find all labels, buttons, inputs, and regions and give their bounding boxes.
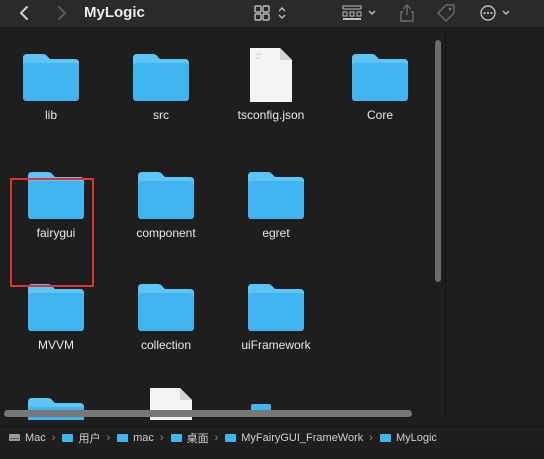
more-icon — [480, 5, 510, 21]
crumb-label: mac — [133, 431, 154, 444]
folder-icon — [28, 172, 84, 219]
crumb-label: 桌面 — [186, 432, 209, 445]
folder-icon — [379, 434, 391, 442]
grid-item-core[interactable]: Core — [330, 50, 430, 122]
path-crumb-myfairygui[interactable]: MyFairyGUI_FrameWork — [224, 432, 363, 444]
toolbar: MyLogic — [0, 0, 544, 27]
crumb-label: MyFairyGUI_FrameWork — [241, 431, 364, 444]
item-label: tsconfig.json — [237, 108, 305, 122]
item-label: collection — [140, 338, 192, 352]
disk-icon — [9, 434, 20, 441]
grid-item-component[interactable]: component — [116, 168, 216, 240]
grid-item-uiframework[interactable]: uiFramework — [226, 280, 326, 352]
grid-item-src[interactable]: src — [111, 50, 211, 122]
chevron-right-icon: › — [106, 431, 111, 444]
chevron-right-icon: › — [159, 431, 164, 444]
path-crumb-mac-user[interactable]: mac — [116, 432, 154, 444]
path-crumb-mac[interactable]: Mac — [8, 432, 46, 444]
vertical-scrollbar[interactable] — [435, 40, 441, 282]
folder-icon — [352, 54, 408, 101]
folder-icon — [62, 434, 74, 442]
crumb-label: Mac — [25, 431, 46, 444]
grid-item-mvvm[interactable]: MVVM — [6, 280, 106, 352]
window-title: MyLogic — [84, 4, 145, 21]
share-icon — [400, 4, 414, 22]
chevron-right-icon: › — [214, 431, 219, 444]
grid-view-icon — [254, 5, 286, 21]
document-icon — [250, 48, 292, 102]
more-button[interactable] — [478, 0, 514, 26]
folder-icon — [138, 284, 194, 331]
folder-icon — [248, 172, 304, 219]
chevron-left-icon — [19, 6, 28, 20]
folder-icon — [28, 284, 84, 331]
crumb-label: 用户 — [78, 432, 101, 445]
item-label: src — [153, 108, 169, 122]
chevron-right-icon: › — [369, 431, 373, 444]
group-by-icon — [342, 5, 376, 20]
path-bar: Mac › 用户 › mac › 桌面 › MyFairyGUI_FrameWo… — [0, 426, 544, 448]
folder-icon — [133, 54, 189, 101]
window-bottom-edge — [0, 448, 544, 459]
folder-icon — [225, 434, 237, 442]
forward-button[interactable] — [52, 0, 72, 26]
chevron-right-icon — [58, 6, 67, 20]
item-label: fairygui — [36, 226, 76, 240]
path-crumb-mylogic[interactable]: MyLogic — [379, 432, 437, 444]
tag-button[interactable] — [433, 0, 459, 26]
item-label: lib — [44, 108, 57, 122]
file-grid: lib src tsconfig.json Core fairygui comp… — [0, 28, 430, 420]
item-label: uiFramework — [241, 338, 311, 352]
view-mode-button[interactable] — [252, 0, 290, 26]
back-button[interactable] — [14, 0, 34, 26]
chevron-right-icon: › — [51, 431, 56, 444]
crumb-label: MyLogic — [395, 431, 437, 444]
item-label: component — [136, 226, 196, 240]
item-label: egret — [262, 226, 290, 240]
folder-icon — [170, 434, 182, 442]
grid-item-lib[interactable]: lib — [1, 50, 101, 122]
path-crumb-users[interactable]: 用户 — [61, 430, 100, 446]
grid-item-fairygui[interactable]: fairygui — [6, 168, 106, 240]
folder-icon — [248, 284, 304, 331]
path-crumb-desktop[interactable]: 桌面 — [170, 430, 209, 446]
item-label: Core — [366, 108, 393, 122]
folder-icon — [23, 54, 79, 101]
share-button[interactable] — [396, 0, 418, 26]
grid-item-egret[interactable]: egret — [226, 168, 326, 240]
grid-item-tsconfig[interactable]: tsconfig.json — [221, 46, 321, 122]
folder-icon — [117, 434, 129, 442]
folder-icon — [138, 172, 194, 219]
grid-item-collection[interactable]: collection — [116, 280, 216, 352]
tag-icon — [437, 4, 455, 22]
horizontal-scrollbar[interactable] — [4, 410, 412, 417]
preview-pane — [445, 28, 544, 420]
item-label: MVVM — [38, 338, 74, 352]
group-by-button[interactable] — [340, 0, 380, 26]
